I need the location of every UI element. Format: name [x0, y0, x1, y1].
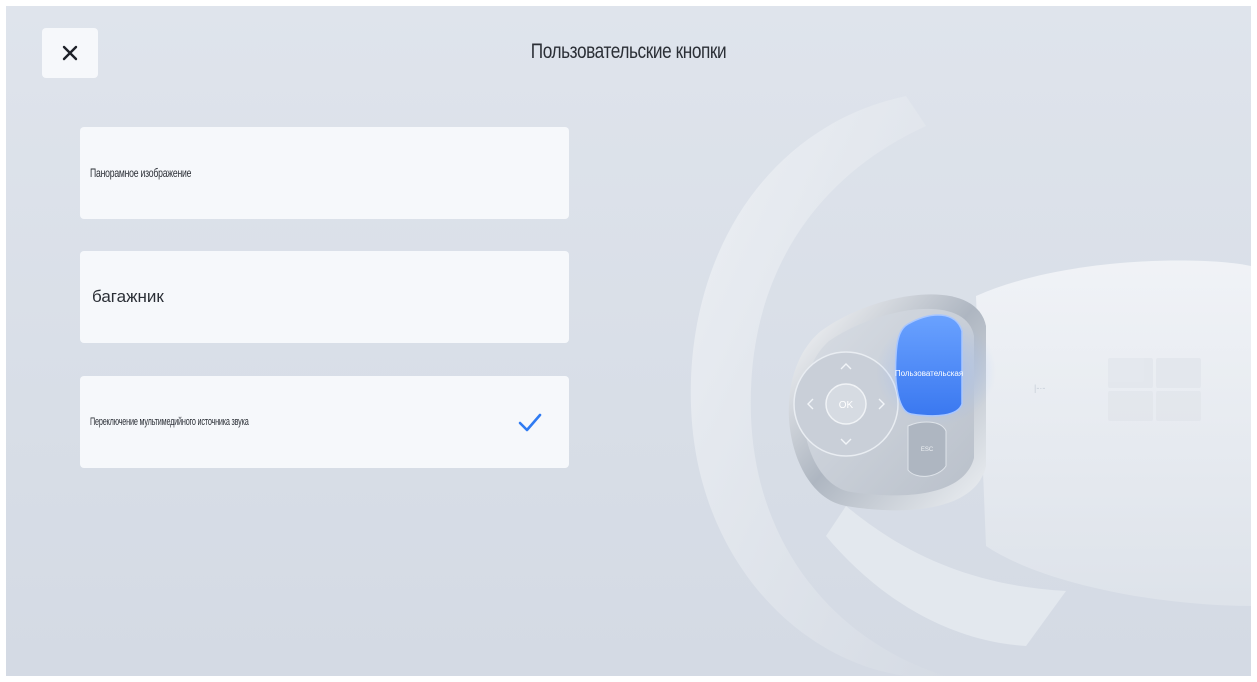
- option-trunk[interactable]: багажник: [80, 251, 569, 343]
- wheel-hub: [976, 260, 1251, 606]
- option-panoramic-view[interactable]: Панорамное изображение: [80, 127, 569, 219]
- option-label: Переключение мультимедийного источника з…: [90, 416, 249, 428]
- option-media-source-switch[interactable]: Переключение мультимедийного источника з…: [80, 376, 569, 468]
- option-label: Панорамное изображение: [90, 166, 192, 180]
- esc-label: ESC: [921, 447, 934, 453]
- svg-text:|-·-: |-·-: [1034, 383, 1045, 393]
- custom-button-label: Пользовательская: [895, 369, 963, 378]
- screen: Пользовательские кнопки Панорамное изобр…: [6, 6, 1251, 676]
- page-title: Пользовательские кнопки: [530, 40, 727, 63]
- custom-button: [894, 314, 963, 417]
- steering-wheel-illustration: OK Пользовательская ESC |-·-: [690, 96, 1251, 676]
- option-label: багажник: [92, 287, 164, 306]
- close-icon: [62, 45, 78, 61]
- ok-label: OK: [839, 400, 854, 411]
- checkmark-icon: [518, 413, 542, 432]
- close-button[interactable]: [42, 28, 98, 78]
